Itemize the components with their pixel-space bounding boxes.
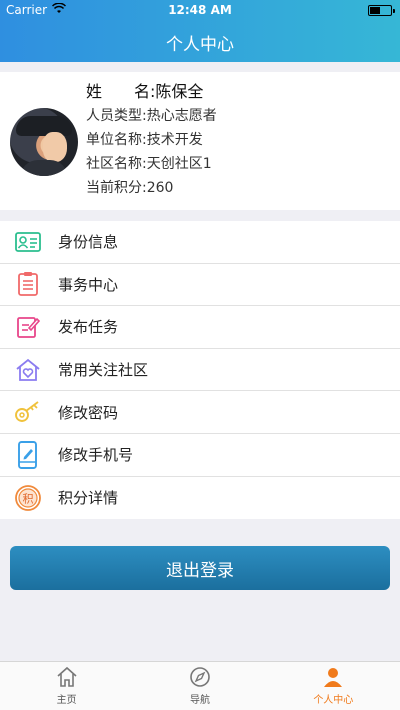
menu-item-identity[interactable]: 身份信息 bbox=[0, 221, 400, 264]
tab-home[interactable]: 主页 bbox=[0, 662, 133, 710]
menu-item-publish-task[interactable]: 发布任务 bbox=[0, 306, 400, 349]
page-title: 个人中心 bbox=[166, 35, 234, 55]
menu-item-points-detail[interactable]: 积 积分详情 bbox=[0, 477, 400, 520]
profile-card: 姓 名: 陈保全 人员类型: 热心志愿者 单位名称: 技术开发 社区名称: 天创… bbox=[0, 72, 400, 210]
logout-button[interactable]: 退出登录 bbox=[10, 546, 390, 590]
menu-item-affairs[interactable]: 事务中心 bbox=[0, 264, 400, 307]
avatar[interactable] bbox=[10, 108, 78, 176]
menu-item-change-password[interactable]: 修改密码 bbox=[0, 391, 400, 434]
name-value: 陈保全 bbox=[155, 82, 204, 101]
menu-item-change-phone[interactable]: 修改手机号 bbox=[0, 434, 400, 477]
edit-note-icon bbox=[14, 313, 42, 341]
points-icon: 积 bbox=[14, 484, 42, 512]
community-value: 天创社区1 bbox=[146, 156, 212, 172]
id-card-icon bbox=[14, 228, 42, 256]
menu-item-label: 事务中心 bbox=[58, 275, 119, 294]
clipboard-icon bbox=[14, 270, 42, 298]
menu-item-label: 修改手机号 bbox=[58, 446, 134, 465]
tab-label: 主页 bbox=[56, 695, 77, 706]
menu-item-label: 积分详情 bbox=[58, 489, 119, 508]
home-icon bbox=[57, 666, 77, 687]
status-bar: Carrier 12:48 AM bbox=[0, 0, 400, 22]
tab-navigation[interactable]: 导航 bbox=[133, 662, 266, 710]
profile-points-row: 当前积分: 260 bbox=[86, 176, 217, 200]
menu-item-followed-communities[interactable]: 常用关注社区 bbox=[0, 349, 400, 392]
home-heart-icon bbox=[14, 356, 42, 384]
tab-label: 导航 bbox=[189, 695, 210, 706]
menu-item-label: 常用关注社区 bbox=[58, 361, 149, 380]
type-label: 人员类型: bbox=[86, 108, 147, 124]
person-icon bbox=[324, 668, 343, 687]
profile-unit-row: 单位名称: 技术开发 bbox=[86, 128, 217, 152]
profile-community-row: 社区名称: 天创社区1 bbox=[86, 152, 217, 176]
profile-type-row: 人员类型: 热心志愿者 bbox=[86, 104, 217, 128]
points-label: 当前积分: bbox=[86, 180, 147, 196]
menu-list: 身份信息 事务中心 发布任务 常用关注社区 修改密码 修改手机号 积 积分详情 bbox=[0, 221, 400, 520]
points-value: 260 bbox=[146, 180, 174, 196]
svg-text:积: 积 bbox=[23, 492, 34, 505]
tab-bar: 主页 导航 个人中心 bbox=[0, 661, 400, 710]
name-label: 姓 名: bbox=[86, 82, 156, 101]
menu-item-label: 发布任务 bbox=[58, 318, 119, 337]
compass-icon bbox=[190, 667, 210, 687]
battery-icon bbox=[368, 5, 395, 16]
unit-label: 单位名称: bbox=[86, 132, 147, 148]
tab-label: 个人中心 bbox=[313, 695, 354, 706]
type-value: 热心志愿者 bbox=[146, 108, 217, 124]
profile-info: 姓 名: 陈保全 人员类型: 热心志愿者 单位名称: 技术开发 社区名称: 天创… bbox=[86, 80, 217, 200]
community-label: 社区名称: bbox=[86, 156, 147, 172]
phone-edit-icon bbox=[14, 440, 42, 469]
menu-item-label: 修改密码 bbox=[58, 403, 119, 422]
tab-personal-center[interactable]: 个人中心 bbox=[267, 662, 400, 710]
app-header: Carrier 12:48 AM 个人中心 bbox=[0, 0, 400, 62]
unit-value: 技术开发 bbox=[146, 132, 203, 148]
status-time: 12:48 AM bbox=[168, 3, 232, 17]
profile-name-row: 姓 名: 陈保全 bbox=[86, 80, 217, 104]
key-icon bbox=[14, 398, 42, 426]
menu-item-label: 身份信息 bbox=[58, 233, 119, 252]
